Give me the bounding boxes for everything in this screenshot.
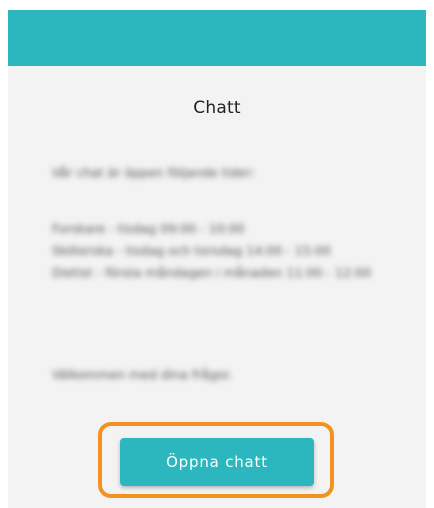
schedule-item-dietitian: Dietist - första måndagen i månaden 11:0… [52, 265, 372, 280]
open-chat-button[interactable]: Öppna chatt [120, 438, 314, 486]
chat-schedule: Forskare - tisdag 09:00 - 10:00 Skötersk… [52, 218, 402, 284]
chat-intro-text: Vår chat är öppen följande tider: [52, 165, 255, 180]
schedule-item-researcher: Forskare - tisdag 09:00 - 10:00 [52, 221, 245, 236]
header-bar [8, 10, 426, 66]
page-title: Chatt [193, 98, 241, 118]
chat-closing-text: Välkommen med dina frågor. [52, 367, 233, 382]
schedule-item-nurse: Sköterska - tisdag och torsdag 14:00 - 1… [52, 243, 331, 258]
